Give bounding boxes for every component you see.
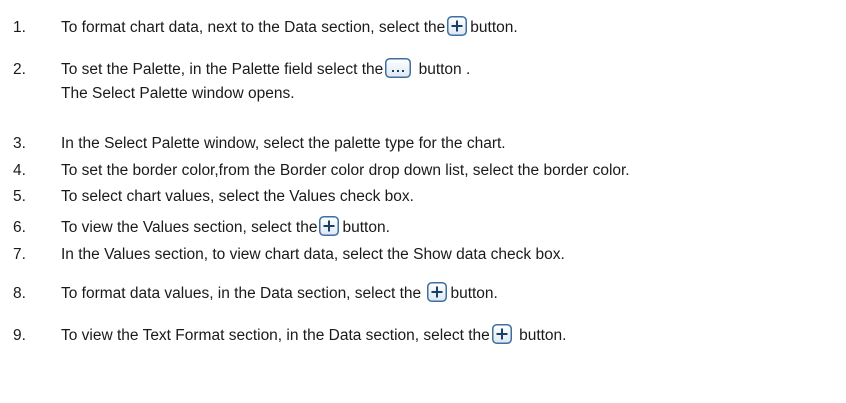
step-number: 3. [13,135,26,152]
step-text: In the Select Palette window, select the… [61,135,506,152]
ellipsis-icon [385,58,412,78]
step-text-before: To format chart data, next to the Data s… [61,19,446,36]
step-number: 1. [13,19,26,36]
step-number: 7. [13,246,26,263]
step-text: In the Values section, to view chart dat… [61,246,565,263]
step-text: To format chart data, next to the Data s… [61,16,518,40]
step-text-after: button. [450,285,498,302]
step-text-after: button. [342,219,390,236]
step-text-after: button. [470,19,518,36]
step-text: To view the Text Format section, in the … [61,324,566,348]
step-number: 6. [13,219,26,236]
step-text: To format data values, in the Data secti… [61,282,498,306]
step-text-before: To view the Values section, select the [61,219,318,236]
plus-icon [491,324,512,344]
step-text-before: To set the Palette, in the Palette field… [61,61,384,78]
step-text-before: To view the Text Format section, in the … [61,327,490,344]
plus-icon [319,216,340,236]
step-text: To view the Values section, select the bu… [61,216,390,240]
step-text: To set the border color,from the Border … [61,162,630,179]
step-number: 2. [13,61,26,78]
plus-icon [427,282,448,302]
plus-icon [447,16,468,36]
step-number: 5. [13,188,26,205]
step-text-after: button. [514,327,567,344]
step-number: 9. [13,327,26,344]
step-text: To set the Palette, in the Palette field… [61,58,470,82]
step-text: To select chart values, select the Value… [61,188,414,205]
step-2-continuation: The Select Palette window opens. [61,85,295,102]
step-number: 8. [13,285,26,302]
step-text-before: To format data values, in the Data secti… [61,285,426,302]
step-text-after: button . [414,61,471,78]
step-number: 4. [13,162,26,179]
